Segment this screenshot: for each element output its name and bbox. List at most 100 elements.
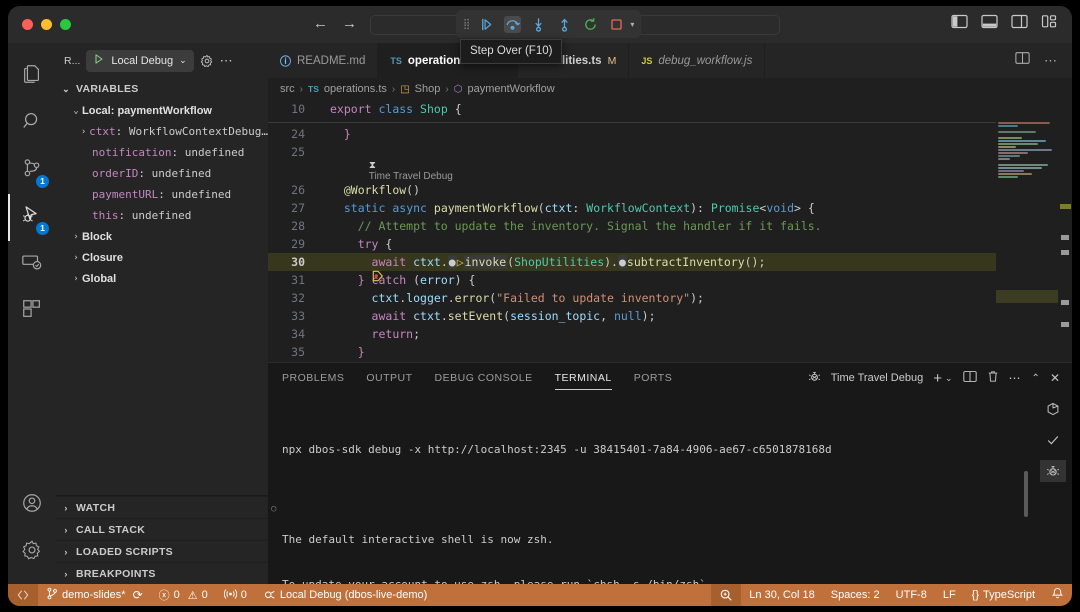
panel-tab-output[interactable]: OUTPUT	[366, 363, 412, 393]
activity-bar-item-explorer[interactable]	[8, 53, 56, 100]
chevron-right-icon: ›	[64, 546, 68, 557]
debug-restart-button[interactable]	[582, 16, 599, 33]
panel-more-icon[interactable]: ⋯	[1009, 371, 1022, 385]
debug-step-over-button[interactable]	[504, 15, 522, 33]
panel-tab-debug-console[interactable]: DEBUG CONSOLE	[435, 363, 533, 393]
status-bar-right: Ln 30, Col 18 Spaces: 2 UTF-8 LF {} Type…	[711, 584, 1072, 606]
variable-row-paymenturl[interactable]: paymentURL: undefined	[56, 184, 268, 205]
new-terminal-icon[interactable]: +	[933, 370, 942, 387]
sidebar-section-call-stack[interactable]: › CALL STACK	[56, 518, 268, 540]
check-icon[interactable]	[1040, 429, 1066, 451]
go-forward-icon[interactable]: →	[342, 16, 357, 32]
tab-readme-md[interactable]: ⓘ README.md	[268, 43, 379, 78]
chevron-right-icon[interactable]: ›	[78, 127, 89, 137]
status-language-mode[interactable]: {} TypeScript	[964, 584, 1043, 606]
minimize-window-button[interactable]	[41, 19, 52, 30]
terminal[interactable]: ○ npx dbos-sdk debug -x http://localhost…	[268, 393, 1072, 584]
variables-scope-row[interactable]: ⌄ Local: paymentWorkflow	[56, 100, 268, 121]
minimap[interactable]	[996, 100, 1058, 362]
variable-row-notification[interactable]: notification: undefined	[56, 142, 268, 163]
variables-scope-block[interactable]: › Block	[56, 226, 268, 247]
tab-debug-workflow-js[interactable]: JS debug_workflow.js	[629, 43, 766, 78]
variables-scope-closure[interactable]: › Closure	[56, 247, 268, 268]
status-branch[interactable]: demo-slides* ⟳	[38, 584, 151, 606]
codelens-row[interactable]: ⧗ Time Travel Debug	[268, 160, 1072, 182]
breadcrumb-item-class[interactable]: Shop	[415, 83, 441, 95]
overview-ruler[interactable]	[1058, 100, 1072, 362]
status-debug-session[interactable]: Local Debug (dbos-live-demo)	[255, 584, 435, 606]
status-encoding[interactable]: UTF-8	[888, 584, 935, 606]
inline-breakpoint-marker[interactable]: ●	[447, 255, 457, 269]
split-editor-icon[interactable]	[1015, 51, 1030, 70]
chevron-down-icon[interactable]: ⌄	[179, 55, 187, 66]
status-cursor-position[interactable]: Ln 30, Col 18	[741, 584, 822, 606]
toggle-primary-sidebar-icon[interactable]	[951, 14, 968, 34]
breadcrumb-item-method[interactable]: paymentWorkflow	[467, 83, 554, 95]
variable-row-orderid[interactable]: orderID: undefined	[56, 163, 268, 184]
variable-row-this[interactable]: this: undefined	[56, 205, 268, 226]
debug-step-into-button[interactable]	[530, 16, 547, 33]
open-launch-json-gear-icon[interactable]	[200, 54, 214, 68]
panel-tab-problems[interactable]: PROBLEMS	[282, 363, 344, 393]
status-notifications[interactable]	[1043, 584, 1072, 606]
variables-section-header[interactable]: ⌄ VARIABLES	[56, 78, 268, 100]
activity-bar-item-run-and-debug[interactable]: 1	[8, 194, 56, 241]
activity-bar-item-source-control[interactable]: 1	[8, 147, 56, 194]
status-ports[interactable]: 0	[216, 584, 255, 606]
inline-breakpoint-marker-2[interactable]: ●	[617, 255, 627, 269]
status-indentation[interactable]: Spaces: 2	[823, 584, 888, 606]
status-search[interactable]	[711, 584, 742, 606]
activity-bar-item-settings[interactable]	[8, 529, 56, 576]
debug-session-name: Local Debug (dbos-live-demo)	[279, 589, 428, 601]
variables-scope-global[interactable]: › Global	[56, 268, 268, 289]
terminal-output[interactable]: ○ npx dbos-sdk debug -x http://localhost…	[268, 393, 1034, 584]
sidebar-section-breakpoints[interactable]: › BREAKPOINTS	[56, 562, 268, 584]
more-actions-icon[interactable]: ⋯	[1044, 53, 1058, 69]
panel-tab-ports[interactable]: PORTS	[634, 363, 672, 393]
drag-handle-icon[interactable]: ⣿	[463, 19, 470, 29]
split-terminal-icon[interactable]	[962, 370, 977, 386]
breadcrumb-item-src[interactable]: src	[280, 83, 295, 95]
debug-badge: 1	[36, 222, 49, 235]
activity-bar-item-extensions[interactable]	[8, 288, 56, 335]
codelens-label[interactable]: Time Travel Debug	[369, 171, 453, 182]
debug-configuration-selector[interactable]: Local Debug ⌄	[86, 49, 194, 72]
chevron-right-icon: ›	[64, 568, 68, 579]
panel-tab-terminal[interactable]: TERMINAL	[554, 363, 612, 393]
sidebar-section-loaded-scripts[interactable]: › LOADED SCRIPTS	[56, 540, 268, 562]
sidebar-title: R...	[64, 54, 81, 67]
sync-icon[interactable]: ⟳	[133, 588, 143, 602]
customize-layout-icon[interactable]	[1041, 14, 1058, 34]
breadcrumb-item-file[interactable]: operations.ts	[324, 83, 387, 95]
toggle-secondary-sidebar-icon[interactable]	[1011, 14, 1028, 34]
maximize-panel-icon[interactable]: ⌃	[1032, 373, 1040, 384]
debug-terminal-tab-icon[interactable]	[1040, 460, 1066, 482]
debug-continue-button[interactable]	[478, 16, 495, 33]
debug-step-out-button[interactable]	[556, 16, 573, 33]
maximize-window-button[interactable]	[60, 19, 71, 30]
close-panel-icon[interactable]: ✕	[1050, 371, 1060, 385]
variable-row-ctxt[interactable]: › ctxt: WorkflowContextDebug…	[56, 121, 268, 142]
remote-indicator[interactable]	[8, 584, 38, 606]
status-problems[interactable]: ⓧ 0 ⚠ 0	[151, 584, 216, 606]
debug-toolbar-more-icon[interactable]: ▾	[630, 20, 634, 29]
sidebar-section-watch[interactable]: › WATCH	[56, 496, 268, 518]
code-editor[interactable]: 10 export class Shop { 24 } 25 ⧗ Time Tr…	[268, 100, 1072, 362]
close-window-button[interactable]	[22, 19, 33, 30]
chevron-down-icon[interactable]: ⌄	[945, 373, 953, 384]
kill-terminal-icon[interactable]	[987, 370, 999, 386]
debug-stop-button[interactable]	[608, 16, 625, 33]
variable-name: ctxt	[89, 125, 116, 138]
toggle-panel-icon[interactable]	[981, 14, 998, 34]
go-back-icon[interactable]: ←	[313, 16, 328, 32]
terminal-tab-icon[interactable]	[1040, 398, 1066, 420]
files-icon	[21, 63, 43, 90]
activity-bar-item-remote-explorer[interactable]	[8, 241, 56, 288]
sidebar-more-actions-icon[interactable]: ⋯	[220, 53, 234, 69]
status-eol[interactable]: LF	[935, 584, 964, 606]
activity-bar-item-accounts[interactable]	[8, 482, 56, 529]
activity-bar-item-search[interactable]	[8, 100, 56, 147]
scope-label: Closure	[82, 251, 123, 264]
terminal-name-label[interactable]: Time Travel Debug	[831, 372, 924, 384]
terminal-scrollbar[interactable]	[1024, 471, 1028, 517]
